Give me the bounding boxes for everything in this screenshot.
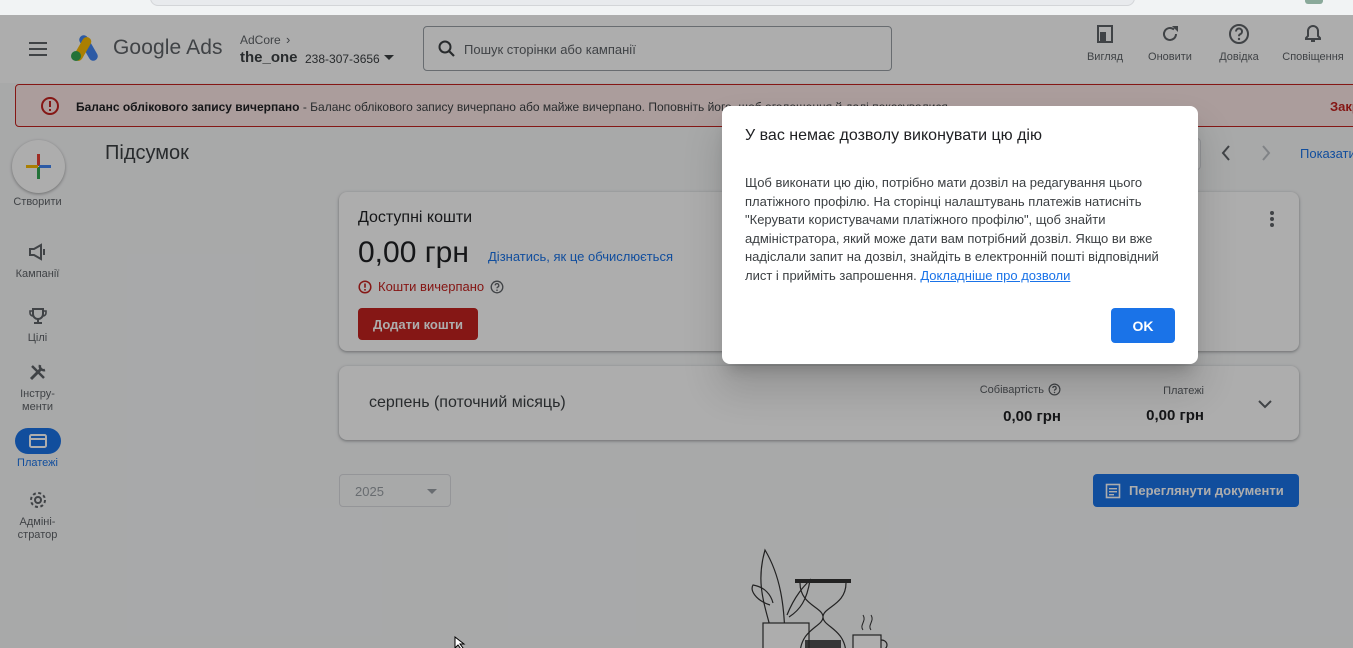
dialog-title: У вас немає дозволу виконувати цю дію	[745, 127, 1042, 144]
ok-button[interactable]: OK	[1111, 308, 1175, 343]
browser-chrome-strip	[0, 0, 1353, 15]
browser-address-bar[interactable]	[150, 0, 1135, 6]
dialog-body: Щоб виконати цю дію, потрібно мати дозві…	[745, 174, 1178, 286]
mouse-cursor-icon	[454, 636, 466, 648]
dialog-body-text: Щоб виконати цю дію, потрібно мати дозві…	[745, 175, 1159, 283]
permission-dialog: У вас немає дозволу виконувати цю дію Що…	[722, 106, 1198, 364]
browser-extension-icon[interactable]	[1305, 0, 1323, 4]
permissions-learn-more-link[interactable]: Докладніше про дозволи	[920, 268, 1070, 283]
